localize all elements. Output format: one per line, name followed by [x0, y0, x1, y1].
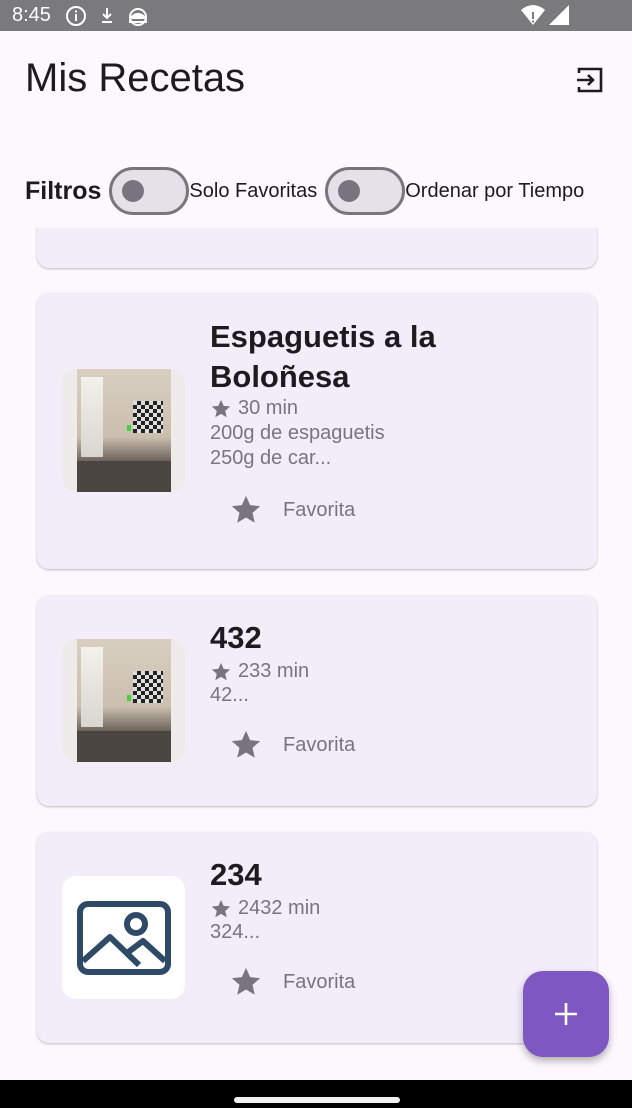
recipe-time-label: 2432 min — [238, 897, 321, 919]
sort-switch[interactable] — [325, 167, 406, 215]
recipe-title: 432 — [210, 620, 262, 655]
android-icon — [128, 7, 147, 26]
recipe-time-label: 30 min — [238, 397, 299, 419]
switch-thumb — [338, 180, 361, 202]
recipe-description: 324... — [210, 921, 261, 943]
star-icon — [231, 730, 261, 758]
star-icon — [231, 967, 261, 995]
favorite-toggle[interactable]: Favorita — [229, 493, 355, 527]
recipe-description: 200g de espaguetis 250g de car... — [210, 422, 385, 469]
star-icon — [211, 662, 231, 680]
star-icon — [211, 899, 231, 917]
add-recipe-button[interactable] — [523, 971, 609, 1057]
recipe-card[interactable]: 234 2432 min 324... Favorita — [37, 832, 597, 1043]
favorite-toggle[interactable]: Favorita — [229, 965, 355, 999]
favorite-label: Favorita — [283, 498, 356, 521]
favorite-label: Favorita — [283, 733, 356, 756]
status-right — [520, 4, 570, 26]
wifi-icon — [521, 5, 545, 25]
recipe-image — [62, 369, 185, 492]
recipe-time: 30 min — [210, 397, 298, 420]
recipe-title: 234 — [210, 857, 262, 892]
filters-row: Filtros Solo Favoritas Ordenar por Tiemp… — [25, 166, 584, 216]
recipe-time-label: 233 min — [238, 660, 310, 682]
recipe-card[interactable]: 432 233 min 42... Favorita — [37, 595, 597, 806]
recipe-card-partial[interactable] — [37, 228, 597, 268]
system-nav-bar — [0, 1080, 632, 1108]
logout-icon — [577, 67, 603, 93]
room-photo — [76, 369, 171, 492]
home-gesture-handle[interactable] — [234, 1097, 400, 1103]
recipe-image — [62, 876, 185, 999]
status-icons — [65, 5, 149, 27]
favorites-switch-label: Solo Favoritas — [189, 179, 318, 202]
recipe-time: 233 min — [210, 660, 309, 683]
favorite-toggle[interactable]: Favorita — [229, 728, 355, 762]
favorites-switch[interactable] — [109, 167, 190, 215]
signal-icon — [549, 5, 569, 25]
recipe-time: 2432 min — [210, 897, 320, 920]
status-bar: 8:45 — [0, 0, 632, 31]
recipe-image — [62, 639, 185, 762]
recipe-description: 42... — [210, 684, 249, 706]
star-icon — [211, 399, 231, 417]
switch-thumb — [122, 180, 145, 202]
recipe-title: Espaguetis a la Boloñesa — [210, 319, 436, 394]
status-time: 8:45 — [12, 4, 51, 26]
star-icon — [231, 495, 261, 523]
image-placeholder-icon — [76, 900, 171, 975]
favorite-label: Favorita — [283, 970, 356, 993]
page-title: Mis Recetas — [25, 56, 246, 100]
download-icon — [101, 7, 112, 23]
recipe-list[interactable]: Espaguetis a la Boloñesa 30 min 200g de … — [0, 228, 632, 1080]
recipe-card[interactable]: Espaguetis a la Boloñesa 30 min 200g de … — [37, 293, 597, 569]
sort-switch-label: Ordenar por Tiempo — [405, 179, 585, 202]
room-photo — [76, 639, 171, 762]
logout-button[interactable] — [570, 60, 610, 100]
filters-label: Filtros — [25, 176, 102, 205]
plus-icon — [555, 1003, 577, 1025]
info-icon — [65, 5, 86, 26]
